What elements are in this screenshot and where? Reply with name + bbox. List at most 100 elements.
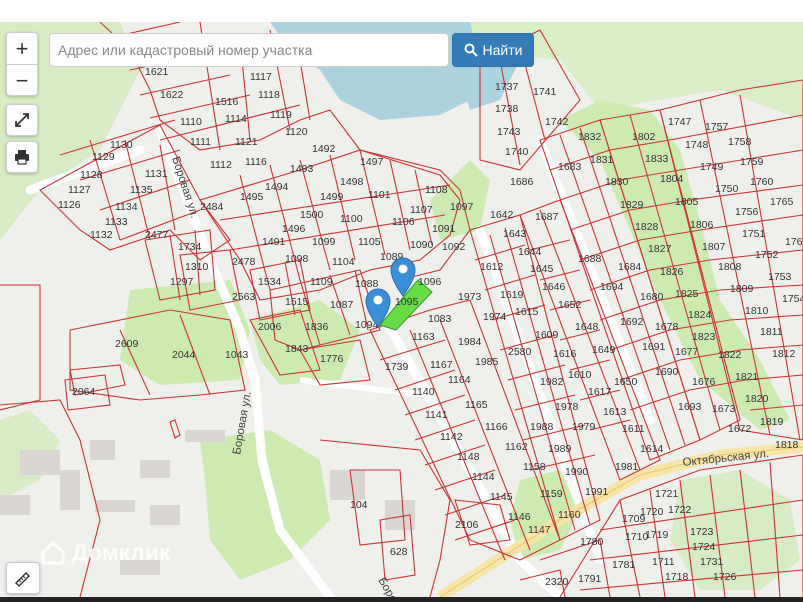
parcel-label: 1677 bbox=[675, 346, 699, 358]
print-button[interactable] bbox=[6, 141, 38, 173]
parcel-label: 1973 bbox=[458, 291, 482, 303]
parcel-label: 1148 bbox=[457, 451, 480, 463]
fullscreen-button[interactable] bbox=[6, 104, 38, 136]
parcel-label: 1756 bbox=[735, 206, 759, 218]
parcel-label: 1833 bbox=[645, 153, 669, 165]
parcel-label: 1684 bbox=[618, 261, 642, 273]
parcel-label: 1751 bbox=[742, 228, 766, 240]
cadastral-map[interactable]: 1621 1622 1117 1118 1516 1110 1114 1119 … bbox=[0, 22, 803, 597]
parcel-label: 1724 bbox=[692, 541, 716, 553]
parcel-label: 1740 bbox=[505, 146, 529, 158]
zoom-in-button[interactable]: + bbox=[7, 33, 37, 65]
parcel-label: 1749 bbox=[700, 161, 724, 173]
parcel-label: 1621 bbox=[145, 66, 169, 78]
parcel-label: 1087 bbox=[330, 299, 354, 311]
parcel-label: 1982 bbox=[540, 376, 564, 388]
parcel-label: 1159 bbox=[540, 488, 563, 500]
parcel-label: 1105 bbox=[358, 236, 381, 248]
parcel-label: 1808 bbox=[718, 261, 742, 273]
parcel-label: 1099 bbox=[312, 236, 336, 248]
parcel-label: 1117 bbox=[250, 71, 272, 83]
parcel-label: 1780 bbox=[580, 536, 604, 548]
parcel-label: 1167 bbox=[430, 359, 453, 371]
parcel-label: 1163 bbox=[412, 331, 435, 343]
parcel-label: 1135 bbox=[130, 184, 153, 196]
parcel-label: 1826 bbox=[660, 266, 684, 278]
parcel-label: 1823 bbox=[692, 331, 716, 343]
parcel-label: 1083 bbox=[428, 313, 452, 325]
parcel-label: 1828 bbox=[635, 221, 659, 233]
parcel-label: 1498 bbox=[340, 176, 364, 188]
bottom-bar bbox=[0, 597, 803, 602]
parcel-label: 1648 bbox=[575, 321, 599, 333]
parcel-label: 2320 bbox=[545, 576, 569, 588]
parcel-label: 1721 bbox=[655, 488, 679, 500]
parcel-label: 1694 bbox=[600, 281, 624, 293]
parcel-label: 1101 bbox=[368, 189, 391, 201]
parcel-label: 1090 bbox=[410, 239, 434, 251]
parcel-label: 1750 bbox=[715, 183, 739, 195]
parcel-label: 1500 bbox=[300, 209, 324, 221]
parcel-label: 1791 bbox=[578, 573, 602, 585]
watermark-text: Домклик bbox=[72, 540, 171, 565]
parcel-label: 1811 bbox=[760, 326, 783, 338]
parcel-label: 1758 bbox=[728, 136, 752, 148]
map-canvas[interactable]: 1621 1622 1117 1118 1516 1110 1114 1119 … bbox=[0, 22, 803, 597]
parcel-label: 1106 bbox=[392, 216, 415, 228]
parcel-label: 1130 bbox=[110, 139, 133, 151]
parcel-label: 2580 bbox=[508, 346, 532, 358]
parcel-label: 1165 bbox=[465, 399, 488, 411]
parcel-label: 1126 bbox=[58, 199, 81, 211]
parcel-label: 1830 bbox=[605, 176, 629, 188]
parcel-label: 1804 bbox=[660, 173, 684, 185]
parcel-label: 1097 bbox=[450, 201, 474, 213]
parcel-label: 1147 bbox=[528, 524, 551, 536]
parcel-label: 1112 bbox=[210, 159, 232, 171]
ruler-button[interactable] bbox=[6, 562, 40, 594]
parcel-label: 1493 bbox=[290, 163, 314, 175]
parcel-label: 1710 bbox=[625, 531, 649, 543]
parcel-label: 1722 bbox=[668, 504, 692, 516]
parcel-label: 1747 bbox=[668, 116, 692, 128]
parcel-label: 1741 bbox=[533, 86, 557, 98]
parcel-label: 1743 bbox=[497, 126, 521, 138]
parcel-label: 1129 bbox=[92, 151, 115, 163]
parcel-label: 1719 bbox=[645, 529, 669, 541]
parcel-label: 1134 bbox=[115, 201, 138, 213]
parcel-label: 1499 bbox=[320, 191, 344, 203]
parcel-label: 1989 bbox=[548, 443, 572, 455]
search-input[interactable] bbox=[49, 33, 449, 67]
parcel-label: 1831 bbox=[590, 154, 614, 166]
parcel-label: 1615 bbox=[515, 306, 539, 318]
parcel-label: 1678 bbox=[655, 321, 679, 333]
zoom-out-button[interactable]: − bbox=[7, 65, 37, 96]
parcel-label: 1144 bbox=[472, 471, 495, 483]
parcel-label: 1133 bbox=[105, 216, 128, 228]
brand-watermark: Домклик bbox=[40, 540, 171, 566]
parcel-label: 1162 bbox=[505, 441, 528, 453]
parcel-label: 1978 bbox=[555, 401, 579, 413]
parcel-label: 2006 bbox=[258, 321, 282, 333]
domclick-logo-icon bbox=[41, 540, 65, 565]
zoom-control: + − bbox=[6, 32, 38, 96]
parcel-label: 1988 bbox=[530, 421, 554, 433]
parcel-label: 2563 bbox=[232, 291, 256, 303]
parcel-label: 1807 bbox=[702, 241, 726, 253]
parcel-label: 1734 bbox=[178, 241, 202, 253]
parcel-label: 1765 bbox=[770, 196, 794, 208]
parcel-label: 1127 bbox=[68, 184, 91, 196]
parcel-label: 1516 bbox=[215, 96, 239, 108]
parcel-label: 1142 bbox=[440, 431, 463, 443]
parcel-label: 1642 bbox=[490, 209, 514, 221]
parcel-label: 1742 bbox=[545, 116, 569, 128]
search-button[interactable]: Найти bbox=[452, 33, 534, 67]
parcel-label: 1822 bbox=[718, 349, 742, 361]
parcel-label: 1686 bbox=[510, 176, 534, 188]
parcel-label: 1737 bbox=[495, 81, 519, 93]
parcel-label: 1781 bbox=[612, 559, 636, 571]
parcel-label: 1616 bbox=[553, 348, 577, 360]
parcel-label: 1991 bbox=[585, 486, 609, 498]
parcel-label: 1809 bbox=[730, 283, 754, 295]
parcel-label: 1832 bbox=[578, 131, 602, 143]
parcel-label: 1759 bbox=[740, 156, 764, 168]
